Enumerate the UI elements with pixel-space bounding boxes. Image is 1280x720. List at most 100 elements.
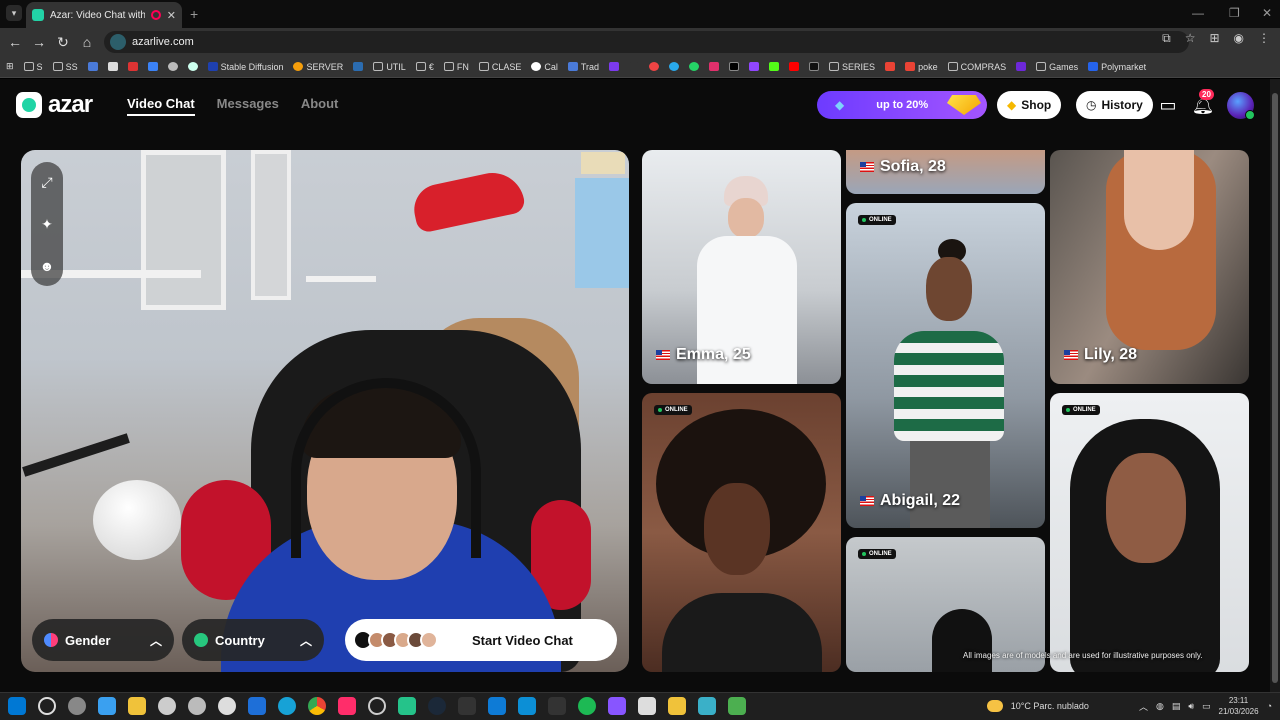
- bookmark-fn[interactable]: FN: [443, 62, 469, 72]
- url-field[interactable]: azarlive.com: [104, 31, 1189, 53]
- profile-icon[interactable]: ◉: [1234, 31, 1244, 46]
- new-tab-button[interactable]: +: [190, 6, 198, 22]
- bookmark-poke[interactable]: poke: [905, 62, 938, 72]
- app-icon-3[interactable]: [188, 697, 206, 715]
- kick-icon[interactable]: [769, 62, 780, 71]
- bookmark-icon-4[interactable]: [147, 62, 158, 71]
- bookmark-cal[interactable]: Cal: [531, 62, 558, 72]
- profile-card-sofia[interactable]: Sofia, 28: [846, 150, 1045, 194]
- bookmark-series[interactable]: SERIES: [829, 62, 875, 72]
- inbox-icon[interactable]: ▭: [1155, 92, 1181, 118]
- profile-card-online-3[interactable]: ONLINE: [1050, 393, 1249, 672]
- bookmark-icon-10[interactable]: [649, 62, 660, 71]
- windows-start-icon[interactable]: [8, 697, 26, 715]
- clock[interactable]: 23:11 21/03/2026: [1219, 695, 1259, 717]
- bookmark-euro[interactable]: €: [415, 62, 434, 72]
- network-icon[interactable]: ▤: [1172, 701, 1181, 712]
- scrollbar-thumb[interactable]: [1272, 93, 1278, 683]
- profile-card-emma[interactable]: Emma, 25: [642, 150, 841, 384]
- search-icon[interactable]: [38, 697, 56, 715]
- page-scrollbar[interactable]: [1270, 79, 1280, 692]
- close-window-icon[interactable]: ✕: [1262, 6, 1272, 20]
- app-icon-13[interactable]: [728, 697, 746, 715]
- minimize-icon[interactable]: —: [1192, 6, 1204, 20]
- tiktok-app-icon[interactable]: [338, 697, 356, 715]
- bookmark-icon-8[interactable]: [609, 62, 620, 71]
- bookmark-compras[interactable]: COMPRAS: [947, 62, 1006, 72]
- bookmark-icon-11[interactable]: [1016, 62, 1027, 71]
- bookmark-server[interactable]: SERVER: [293, 62, 343, 72]
- back-icon[interactable]: ←: [3, 34, 27, 50]
- battery-icon[interactable]: ▭: [1202, 701, 1211, 712]
- gender-filter[interactable]: Gender ︿: [32, 619, 174, 661]
- bookmark-util[interactable]: UTIL: [373, 62, 406, 72]
- app-icon-6[interactable]: [398, 697, 416, 715]
- bookmark-icon-5[interactable]: [167, 62, 178, 71]
- site-info-icon[interactable]: [110, 34, 126, 50]
- profile-card-lily[interactable]: Lily, 28: [1050, 150, 1249, 384]
- instagram-icon[interactable]: [709, 62, 720, 71]
- bookmark-games[interactable]: Games: [1036, 62, 1078, 72]
- start-video-chat-button[interactable]: Start Video Chat: [345, 619, 617, 661]
- reload-icon[interactable]: ↻: [51, 34, 75, 51]
- whatsapp-icon[interactable]: [689, 62, 700, 71]
- bookmark-s[interactable]: S: [23, 62, 43, 72]
- bookmark-icon-1[interactable]: [87, 62, 98, 71]
- tray-chevron-icon[interactable]: ︿: [1139, 700, 1148, 713]
- app-icon-12[interactable]: [698, 697, 716, 715]
- tab-search-icon[interactable]: ▾: [6, 5, 22, 21]
- app-icon-5[interactable]: [368, 697, 386, 715]
- app-icon-2[interactable]: [158, 697, 176, 715]
- effects-wand-icon[interactable]: ✦: [41, 216, 53, 233]
- tab-close-icon[interactable]: ✕: [167, 9, 176, 22]
- shop-button[interactable]: ◆ Shop: [997, 91, 1062, 119]
- x-icon[interactable]: [729, 62, 740, 71]
- tray-icon-1[interactable]: ◍: [1156, 701, 1164, 712]
- bookmark-icon-2[interactable]: [107, 62, 118, 71]
- app-icon-9[interactable]: [608, 697, 626, 715]
- volume-icon[interactable]: 🔊︎: [1188, 701, 1194, 712]
- file-explorer-icon[interactable]: [128, 697, 146, 715]
- browser-menu-icon[interactable]: ⋮: [1258, 31, 1270, 46]
- app-icon-1[interactable]: [98, 697, 116, 715]
- bookmark-star-icon[interactable]: ☆: [1185, 31, 1196, 46]
- steam-icon[interactable]: [428, 697, 446, 715]
- youtube-icon[interactable]: [789, 62, 800, 71]
- notification-center-icon[interactable]: ◔: [1267, 701, 1272, 711]
- sticker-icon[interactable]: ☻: [40, 258, 55, 274]
- restore-icon[interactable]: ❐: [1229, 6, 1240, 20]
- app-icon-11[interactable]: [668, 697, 686, 715]
- promo-banner[interactable]: ◆ up to 20%: [817, 91, 987, 119]
- bookmark-stable-diffusion[interactable]: Stable Diffusion: [207, 62, 283, 72]
- bookmark-trad[interactable]: Trad: [567, 62, 599, 72]
- forward-icon[interactable]: →: [27, 34, 51, 50]
- app-icon-7[interactable]: [518, 697, 536, 715]
- nav-video-chat[interactable]: Video Chat: [127, 96, 195, 116]
- user-avatar[interactable]: [1227, 92, 1255, 120]
- bookmark-icon-7[interactable]: [353, 62, 364, 71]
- app-icon-10[interactable]: [638, 697, 656, 715]
- app-icon-8[interactable]: [548, 697, 566, 715]
- outlook-icon[interactable]: [248, 697, 266, 715]
- settings-icon[interactable]: [68, 697, 86, 715]
- twitch-icon[interactable]: [749, 62, 760, 71]
- profile-card-abigail[interactable]: ONLINE Abigail, 22: [846, 203, 1045, 528]
- country-filter[interactable]: Country ︿: [182, 619, 324, 661]
- azar-logo[interactable]: azar: [16, 91, 93, 119]
- bookmark-polymarket[interactable]: Polymarket: [1088, 62, 1146, 72]
- edge-icon[interactable]: [278, 697, 296, 715]
- extensions-icon[interactable]: ⊞: [1209, 31, 1219, 46]
- browser-tab[interactable]: Azar: Video Chat with New ✕: [26, 2, 182, 28]
- gmail-icon[interactable]: [885, 62, 896, 71]
- bookmark-icon-9[interactable]: [629, 62, 640, 71]
- tiktok-icon[interactable]: [809, 62, 820, 71]
- spotify-icon[interactable]: [578, 697, 596, 715]
- weather-text[interactable]: 10°C Parc. nublado: [1011, 701, 1089, 711]
- home-icon[interactable]: ⌂: [75, 34, 99, 50]
- bookmark-icon-3[interactable]: [127, 62, 138, 71]
- nav-about[interactable]: About: [301, 96, 339, 116]
- app-icon-4[interactable]: [218, 697, 236, 715]
- install-app-icon[interactable]: ⧉: [1162, 31, 1171, 46]
- bookmark-ss[interactable]: SS: [52, 62, 78, 72]
- profile-card-online-1[interactable]: ONLINE: [642, 393, 841, 672]
